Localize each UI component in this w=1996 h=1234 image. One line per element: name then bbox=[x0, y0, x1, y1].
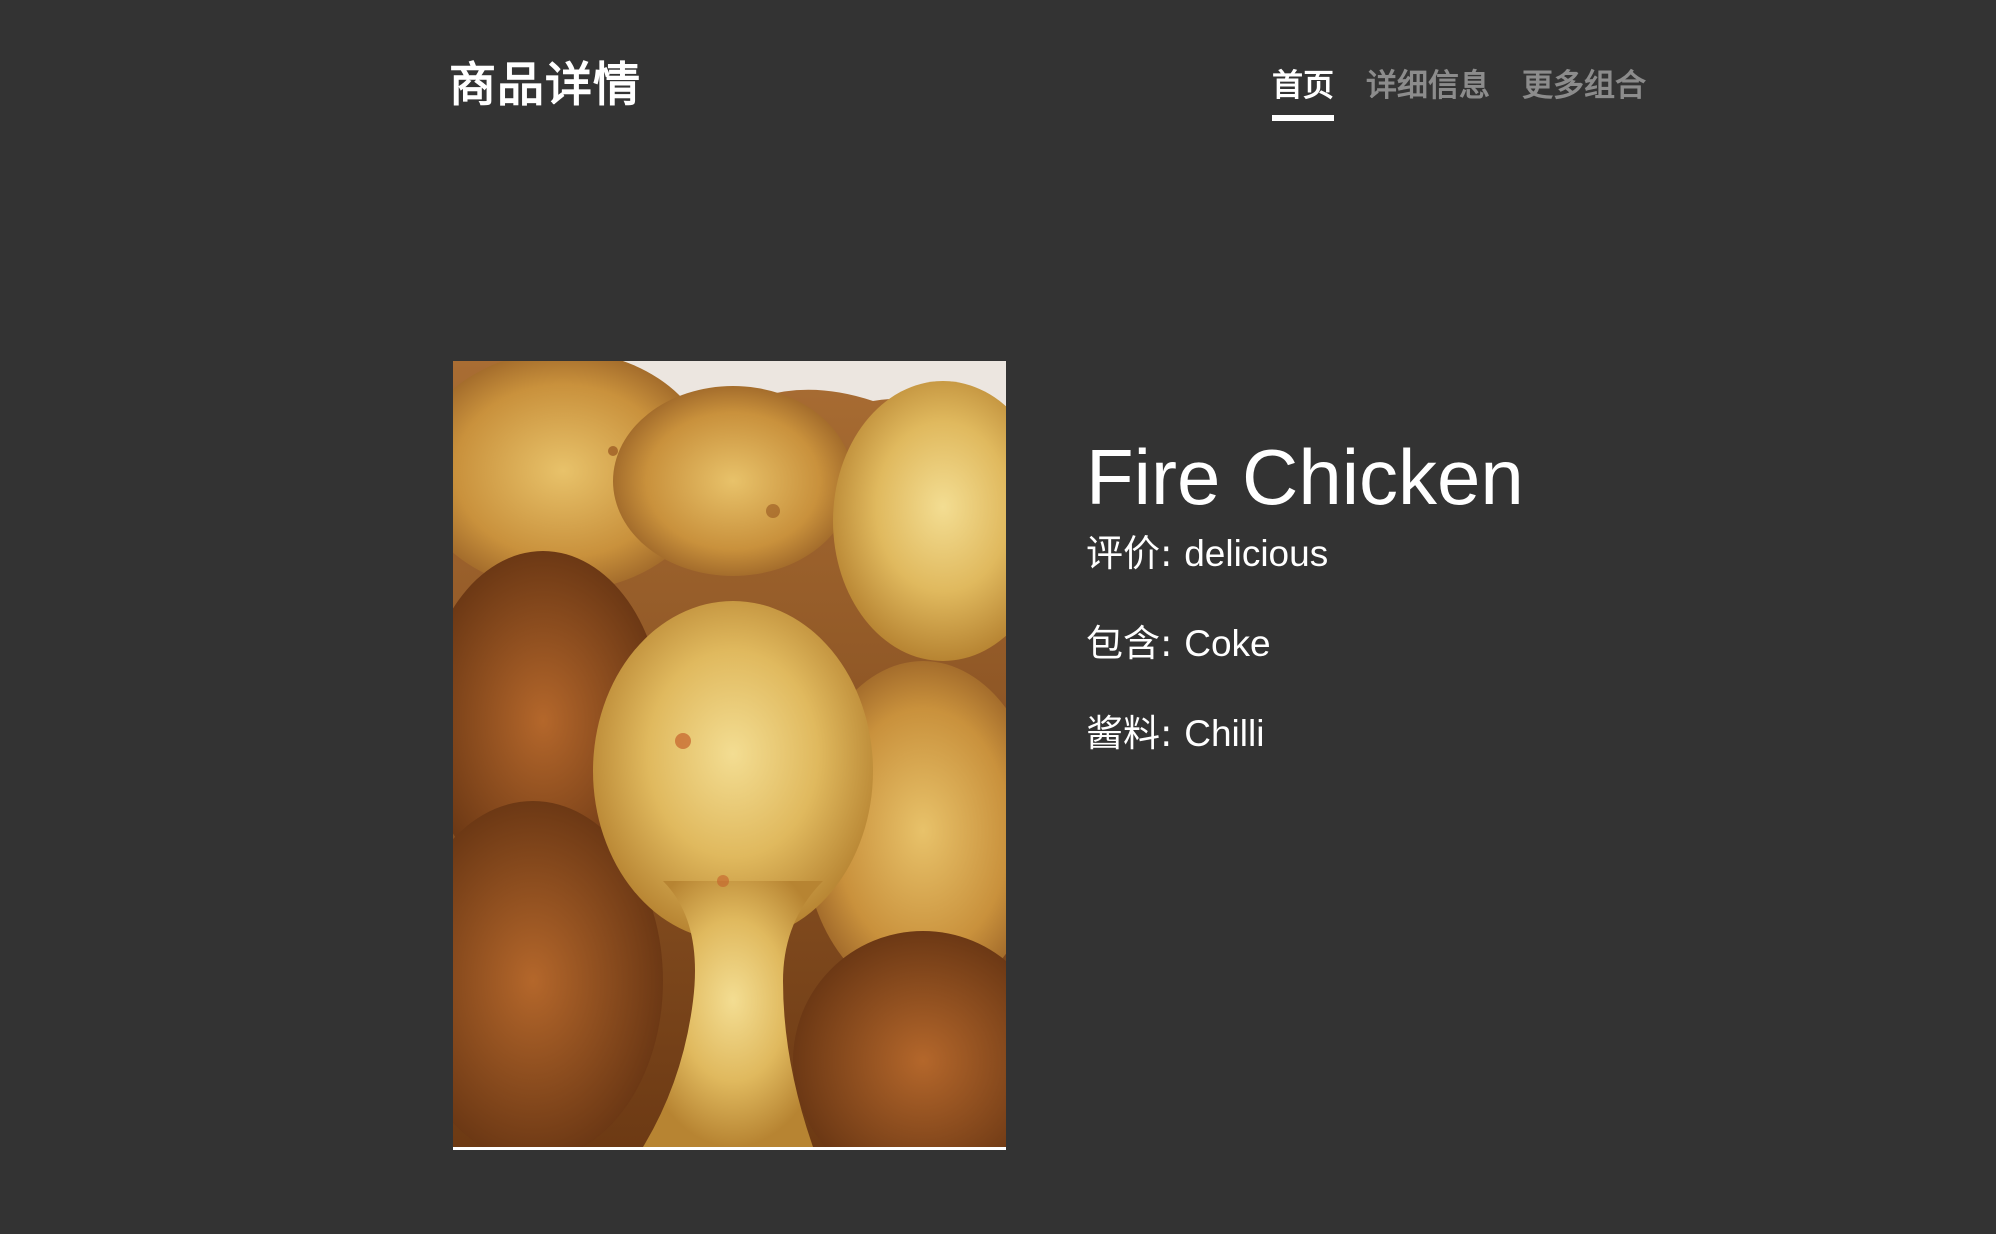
attribute-value: Coke bbox=[1184, 623, 1271, 664]
attribute-includes: 包含: Coke bbox=[1086, 622, 1271, 665]
attribute-label: 酱料 bbox=[1086, 712, 1160, 755]
attribute-label: 包含 bbox=[1086, 622, 1160, 665]
page-title: 商品详情 bbox=[449, 58, 641, 113]
product-detail-page: 商品详情 首页 详细信息 更多组合 Fire Chicken 评价: delic… bbox=[0, 0, 1996, 1234]
attribute-value: Chilli bbox=[1184, 713, 1265, 754]
top-nav: 首页 详细信息 更多组合 bbox=[1272, 60, 1646, 121]
nav-home[interactable]: 首页 bbox=[1272, 60, 1334, 121]
attribute-label: 评价 bbox=[1086, 532, 1160, 575]
fried-chicken-photo-icon bbox=[453, 361, 1006, 1147]
product-name: Fire Chicken bbox=[1086, 433, 1524, 521]
product-info: Fire Chicken 评价: delicious 包含: Coke 酱料: … bbox=[1086, 432, 1524, 756]
attribute-value: delicious bbox=[1184, 533, 1329, 574]
attribute-sauce: 酱料: Chilli bbox=[1086, 712, 1265, 755]
nav-more-combos[interactable]: 更多组合 bbox=[1522, 60, 1646, 121]
attribute-rating: 评价: delicious bbox=[1086, 532, 1329, 575]
product-image bbox=[453, 361, 1006, 1150]
nav-details[interactable]: 详细信息 bbox=[1366, 60, 1490, 121]
